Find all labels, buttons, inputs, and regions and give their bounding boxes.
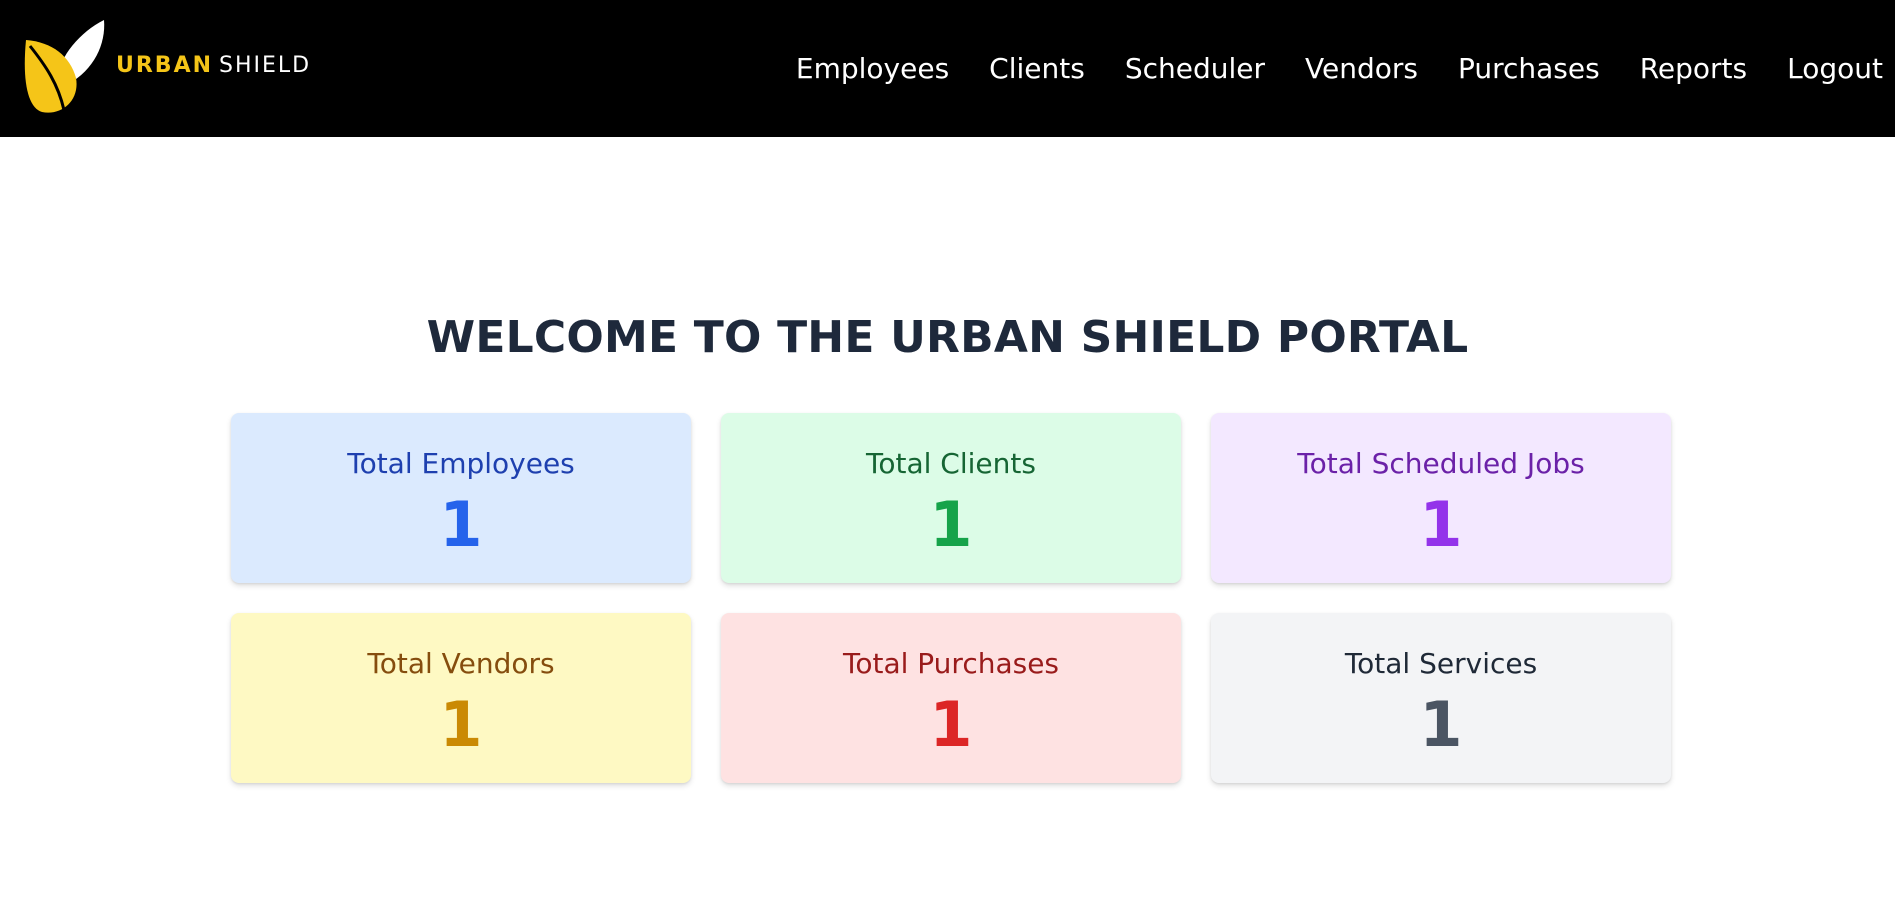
stat-card-value: 1 <box>929 688 973 761</box>
top-navbar: URBAN SHIELD Employees Clients Scheduler … <box>0 0 1895 137</box>
leaf-logo-icon <box>24 20 105 113</box>
stat-card-title: Total Clients <box>866 447 1036 480</box>
stat-card-employees: Total Employees 1 <box>231 413 691 583</box>
nav-link-employees[interactable]: Employees <box>796 52 949 85</box>
stat-card-vendors: Total Vendors 1 <box>231 613 691 783</box>
stat-card-title: Total Purchases <box>842 647 1060 680</box>
stat-card-scheduled-jobs: Total Scheduled Jobs 1 <box>1211 413 1671 583</box>
brand-logo-link[interactable]: URBAN SHIELD <box>24 20 311 115</box>
nav-link-purchases[interactable]: Purchases <box>1458 52 1600 85</box>
brand-name-part1: URBAN <box>116 53 214 78</box>
stat-card-value: 1 <box>929 488 973 561</box>
stat-card-title: Total Employees <box>347 447 575 480</box>
main-nav: Employees Clients Scheduler Vendors Purc… <box>756 0 1883 137</box>
page-title: WELCOME TO THE URBAN SHIELD PORTAL <box>426 312 1469 363</box>
brand-name: URBAN SHIELD <box>116 53 311 78</box>
stat-card-value: 1 <box>1419 688 1463 761</box>
stat-card-value: 1 <box>439 688 483 761</box>
nav-link-logout[interactable]: Logout <box>1787 52 1883 85</box>
nav-link-vendors[interactable]: Vendors <box>1305 52 1418 85</box>
stat-card-value: 1 <box>439 488 483 561</box>
stat-card-title: Total Services <box>1344 647 1538 680</box>
stat-card-title: Total Vendors <box>367 647 555 680</box>
stat-card-value: 1 <box>1419 488 1463 561</box>
stat-card-purchases: Total Purchases 1 <box>721 613 1181 783</box>
stats-grid: Total Employees 1 Total Clients 1 Total … <box>231 413 1671 783</box>
nav-link-scheduler[interactable]: Scheduler <box>1125 52 1265 85</box>
stat-card-services: Total Services 1 <box>1211 613 1671 783</box>
nav-link-clients[interactable]: Clients <box>989 52 1085 85</box>
brand-name-part2: SHIELD <box>219 53 312 78</box>
stat-card-clients: Total Clients 1 <box>721 413 1181 583</box>
stat-card-title: Total Scheduled Jobs <box>1297 447 1585 480</box>
nav-link-reports[interactable]: Reports <box>1640 52 1747 85</box>
